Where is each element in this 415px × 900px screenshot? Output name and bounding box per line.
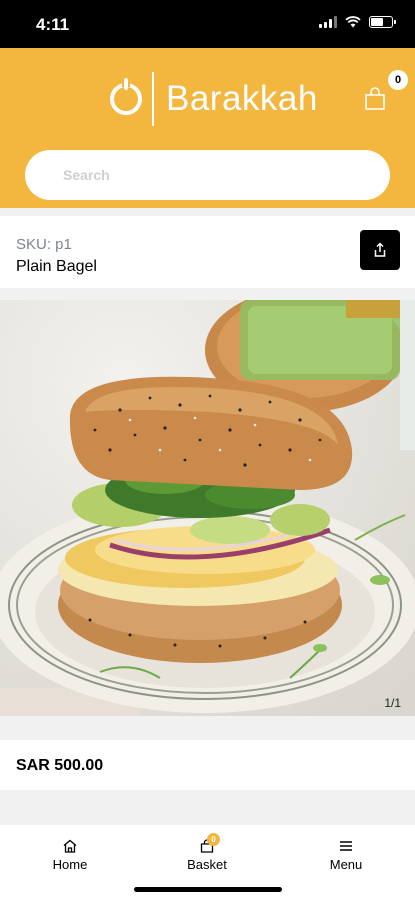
product-info: SKU: p1 Plain Bagel	[0, 216, 415, 288]
price-row: SAR 500.00	[0, 740, 415, 790]
wifi-icon	[345, 16, 361, 28]
bottom-tab-bar: Home 0 Basket Menu	[0, 825, 415, 900]
status-icons	[319, 16, 396, 28]
bagel-sandwich-photo	[0, 300, 415, 716]
product-name: Plain Bagel	[16, 258, 97, 275]
brand-name: Barakkah	[166, 79, 318, 118]
power-logo-icon	[110, 78, 142, 115]
image-counter: 1/1	[384, 696, 401, 710]
tab-basket-label: Basket	[187, 857, 227, 872]
hamburger-menu-icon	[340, 841, 352, 851]
cart-count-badge: 0	[388, 70, 408, 90]
app-header: Barakkah 0	[0, 48, 415, 208]
shopping-bag-icon	[365, 87, 385, 110]
home-icon	[63, 839, 77, 853]
tab-basket[interactable]: 0 Basket	[157, 833, 257, 872]
logo-divider	[152, 72, 154, 126]
product-price: SAR 500.00	[16, 757, 104, 774]
cart-button[interactable]	[362, 86, 388, 112]
tab-menu-label: Menu	[329, 857, 363, 872]
basket-count-badge: 0	[207, 833, 220, 846]
tab-home-label: Home	[52, 857, 88, 872]
share-icon	[374, 242, 386, 257]
share-button[interactable]	[360, 230, 400, 270]
home-indicator	[134, 887, 282, 892]
search-input[interactable]	[25, 150, 390, 200]
status-time: 4:11	[36, 15, 70, 34]
battery-icon	[369, 16, 396, 28]
product-image[interactable]: 1/1	[0, 300, 415, 716]
tab-home[interactable]: Home	[20, 837, 120, 872]
tab-menu[interactable]: Menu	[296, 837, 396, 872]
status-bar: 4:11	[0, 0, 415, 48]
product-sku: SKU: p1	[16, 236, 72, 253]
brand-logo[interactable]: Barakkah	[110, 72, 318, 126]
cellular-signal-icon	[319, 16, 337, 28]
